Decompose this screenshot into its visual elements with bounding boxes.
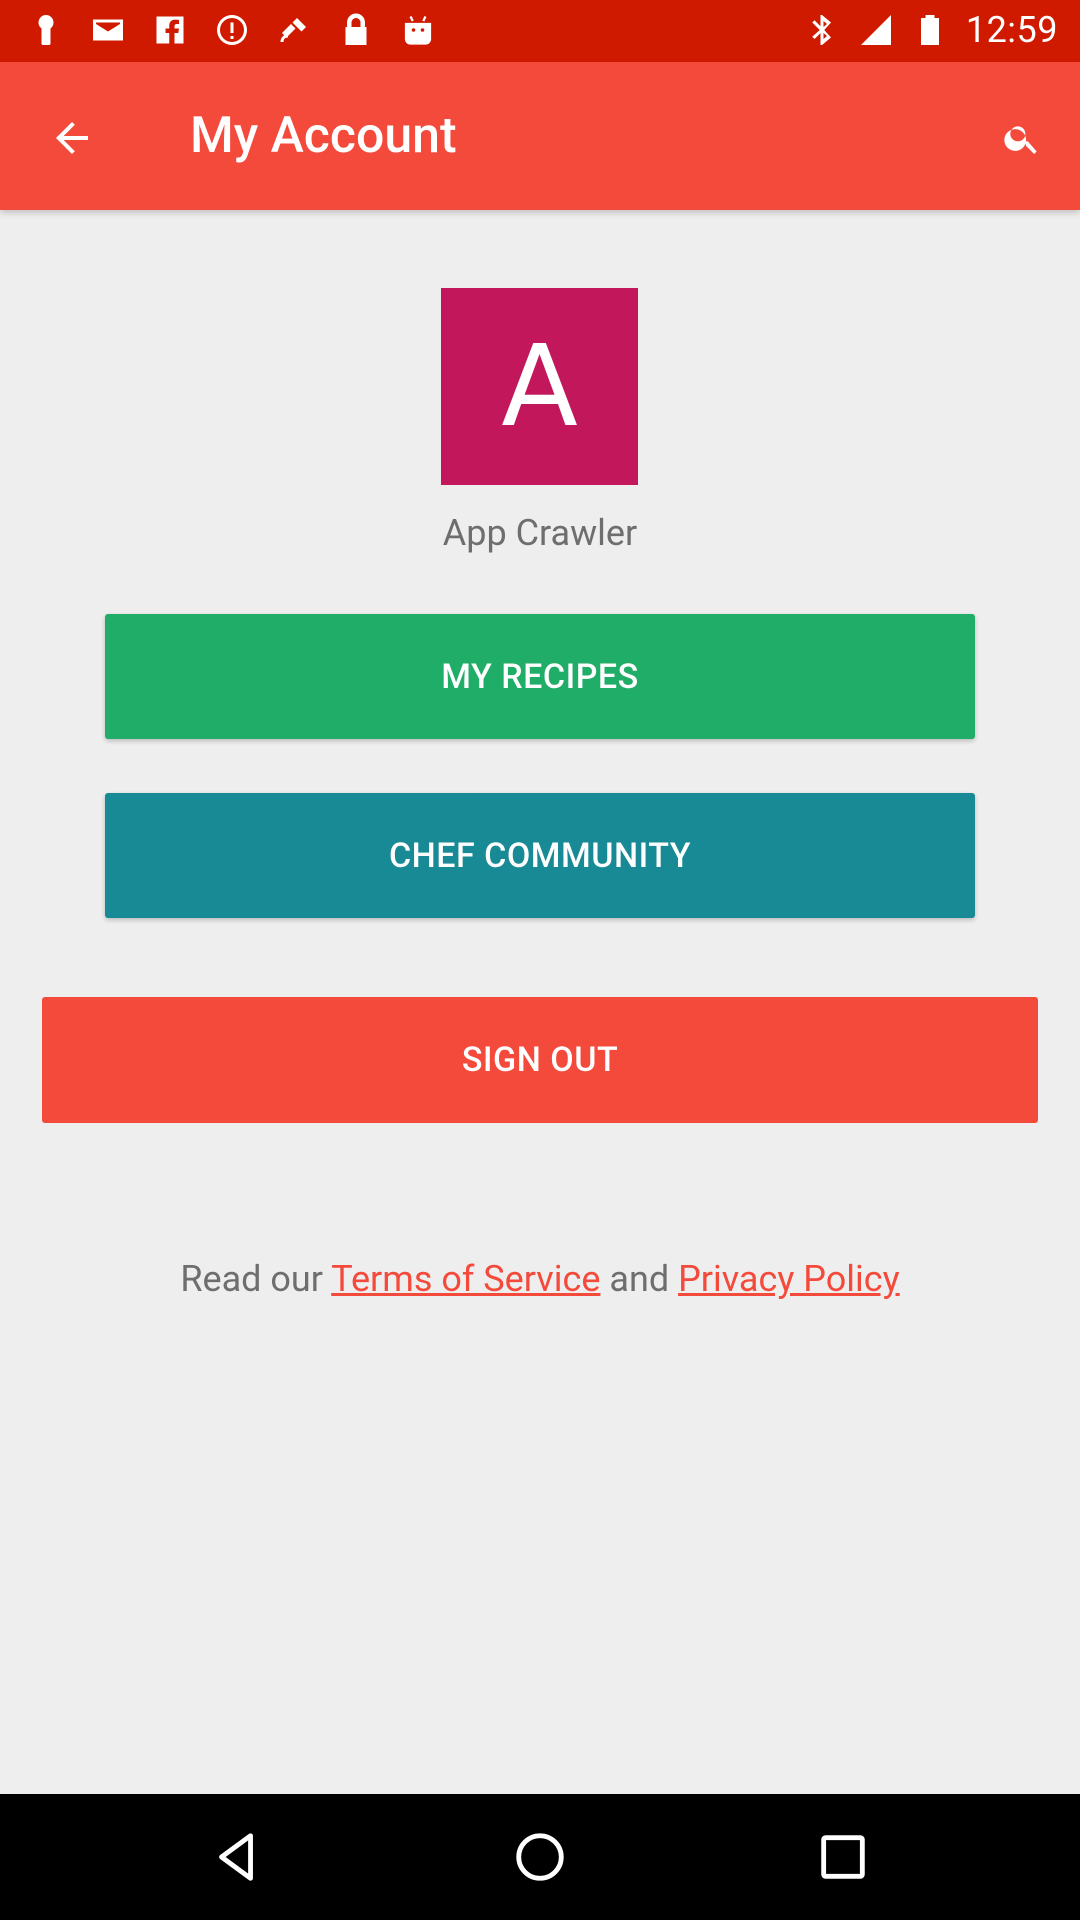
nav-home-button[interactable] (505, 1822, 575, 1892)
page-title: My Account (190, 107, 457, 165)
android-icon (400, 10, 436, 50)
facebook-icon (152, 10, 188, 50)
legal-text: Read our Terms of Service and Privacy Po… (0, 1256, 1080, 1302)
arrow-back-icon (56, 122, 88, 154)
terms-of-service-link[interactable]: Terms of Service (331, 1258, 600, 1300)
fake-gps-satellite-icon (276, 10, 312, 50)
profile-name: App Crawler (442, 512, 638, 554)
my-recipes-button[interactable]: MY RECIPES (105, 614, 975, 739)
legal-and: and (609, 1258, 670, 1300)
triangle-back-icon (219, 1833, 253, 1881)
nav-recents-button[interactable] (808, 1822, 878, 1892)
lock-icon (338, 10, 374, 50)
mail-icon (90, 10, 126, 50)
no-entry-icon (214, 10, 250, 50)
square-recents-icon (821, 1835, 865, 1879)
status-notification-icons (28, 10, 436, 50)
keyhole-icon (28, 10, 64, 50)
search-icon (1004, 126, 1037, 154)
avatar[interactable]: A (441, 288, 638, 485)
nav-back-button[interactable] (202, 1822, 272, 1892)
system-nav-bar (0, 1794, 1080, 1920)
sign-out-button[interactable]: SIGN OUT (42, 997, 1038, 1123)
signal-icon (858, 10, 894, 50)
battery-icon (912, 10, 948, 50)
chef-community-button[interactable]: CHEF COMMUNITY (105, 793, 975, 918)
status-time: 12:59 (965, 9, 1058, 51)
bluetooth-icon (804, 10, 840, 50)
legal-prefix: Read our (180, 1258, 323, 1300)
app-bar: My Account (0, 62, 1080, 210)
circle-home-icon (516, 1833, 564, 1881)
search-button[interactable] (992, 108, 1052, 168)
privacy-policy-link[interactable]: Privacy Policy (678, 1258, 900, 1300)
back-button[interactable] (36, 108, 108, 168)
status-bar: 12:59 (0, 0, 1080, 62)
status-system-icons: 12:59 (804, 8, 1058, 52)
